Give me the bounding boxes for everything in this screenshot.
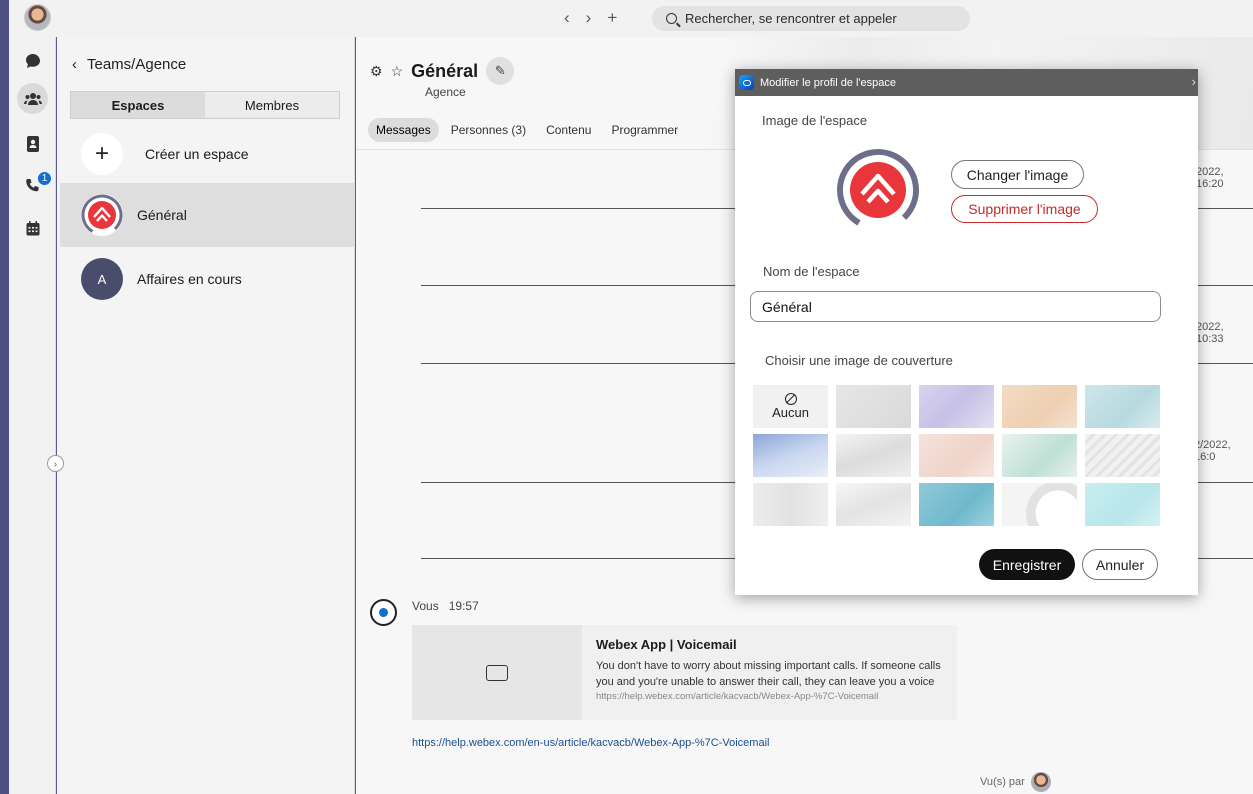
cover-option[interactable] [1002,434,1077,477]
page-title: ⚙ ☆ Général ✎ [370,57,515,85]
forward-arrow-icon[interactable]: › [586,8,592,28]
cover-none-option[interactable]: Aucun [753,385,828,428]
space-name: Général [137,207,187,223]
gear-icon[interactable]: ⚙ [370,63,383,80]
card-url: https://help.webex.com/article/kacvacb/W… [596,691,879,702]
dialog-title: Modifier le profil de l'espace [760,76,897,89]
cover-option[interactable] [1002,483,1077,526]
timestamp: 2/2022, 16:0 [1194,439,1231,463]
plus-icon: + [81,133,123,175]
space-title-text: Général [411,60,479,81]
cover-option[interactable] [1085,385,1160,428]
tab-espaces[interactable]: Espaces [71,92,205,118]
read-by-label: Vu(s) par [980,776,1025,788]
link-preview-card[interactable]: Webex App | Voicemail You don't have to … [412,625,957,720]
remove-image-button[interactable]: Supprimer l'image [951,195,1098,223]
nav-controls: ‹ › + [564,8,617,28]
reader-avatar [1030,772,1051,792]
user-avatar[interactable] [24,4,51,31]
sender-name: Vous [412,599,439,613]
cover-image-label: Choisir une image de couverture [765,353,953,368]
cover-option[interactable] [753,483,828,526]
edit-space-profile-dialog: Modifier le profil de l'espace › Image d… [735,69,1198,595]
missed-call-badge: 1 [37,171,52,186]
contacts-icon[interactable] [17,128,48,159]
breadcrumb-label: Teams/Agence [87,56,187,73]
expand-panel-button[interactable]: › [47,455,64,472]
team-name[interactable]: Agence [425,85,466,99]
space-image-label: Image de l'espace [762,113,868,128]
window-frame [0,0,9,794]
space-name-field[interactable]: Général [750,291,1161,322]
sender-avatar [370,599,397,626]
timestamp: 2022, 16:20 [1196,166,1224,190]
card-title: Webex App | Voicemail [596,637,737,652]
back-arrow-icon[interactable]: ‹ [564,8,570,28]
tab-contenu[interactable]: Contenu [538,118,599,142]
space-name-label: Nom de l'espace [763,264,860,279]
search-placeholder: Rechercher, se rencontrer et appeler [685,11,897,26]
space-avatar: A [81,258,123,300]
create-space-button[interactable]: + Créer un espace [81,133,249,175]
space-item-affaires[interactable]: A Affaires en cours [60,247,355,311]
chat-icon[interactable] [17,45,48,76]
search-icon [666,13,677,24]
title-bar: ‹ › + Rechercher, se rencontrer et appel… [9,0,1253,37]
card-description: You don't have to worry about missing im… [596,660,941,688]
chevron-right-icon[interactable]: › [1192,74,1196,89]
cover-option[interactable] [919,434,994,477]
cover-image-grid: Aucun [753,385,1160,526]
message-time: 19:57 [448,599,479,613]
change-image-button[interactable]: Changer l'image [951,160,1084,189]
spaces-members-toggle: Espaces Membres [70,91,340,119]
browser-window-icon [412,625,582,720]
save-button[interactable]: Enregistrer [979,549,1075,580]
no-image-icon [784,393,797,405]
space-tabs: Messages Personnes (3) Contenu Programme… [368,118,686,142]
tab-personnes[interactable]: Personnes (3) [443,118,534,142]
cover-option[interactable] [753,434,828,477]
cover-none-label: Aucun [772,405,809,420]
cover-option[interactable] [836,434,911,477]
cover-option[interactable] [1085,434,1160,477]
cover-option[interactable] [1085,483,1160,526]
edit-pencil-icon[interactable]: ✎ [486,57,515,85]
message-link[interactable]: https://help.webex.com/en-us/article/kac… [412,737,769,749]
card-body: Webex App | Voicemail You don't have to … [582,625,957,720]
cover-option[interactable] [919,385,994,428]
star-icon[interactable]: ☆ [391,63,404,80]
cover-option[interactable] [836,483,911,526]
agence-logo-icon [81,194,123,236]
teams-icon[interactable] [17,83,48,114]
cover-option[interactable] [1002,385,1077,428]
chevron-left-icon[interactable]: ‹ [72,56,77,73]
tab-messages[interactable]: Messages [368,118,439,142]
search-input[interactable]: Rechercher, se rencontrer et appeler [652,6,970,31]
navigation-rail: 1 [9,37,56,794]
space-item-general[interactable]: Général [60,183,355,247]
dialog-title-bar: Modifier le profil de l'espace › [735,69,1198,96]
tab-programmer[interactable]: Programmer [603,118,686,142]
cover-option[interactable] [919,483,994,526]
spaces-panel: ‹ Teams/Agence Espaces Membres + Créer u… [57,37,355,794]
tab-membres[interactable]: Membres [205,92,339,118]
cover-option[interactable] [836,385,911,428]
read-receipt: Vu(s) par [980,772,1051,792]
space-name: Affaires en cours [137,271,242,287]
create-space-label: Créer un espace [145,146,249,162]
timestamp: 2022, 10:33 [1196,321,1224,345]
breadcrumb[interactable]: ‹ Teams/Agence [72,56,186,73]
webex-app-icon [739,75,754,90]
cancel-button[interactable]: Annuler [1082,549,1158,580]
calendar-icon[interactable] [17,213,48,244]
space-image-icon [836,148,920,232]
message-meta: Vous 19:57 [412,599,479,613]
add-icon[interactable]: + [607,8,617,28]
